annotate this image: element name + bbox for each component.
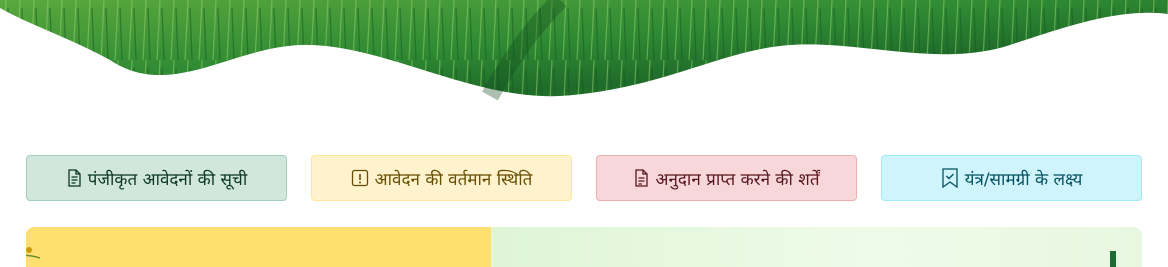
button-label: पंजीकृत आवेदनों की सूची <box>87 169 248 190</box>
button-label: यंत्र/सामग्री के लक्ष्य <box>964 169 1083 190</box>
bookmark-check-icon <box>941 168 958 188</box>
hero-banner <box>0 0 1168 101</box>
exclamation-square-icon <box>351 169 368 187</box>
application-status-button[interactable]: आवेदन की वर्तमान स्थिति <box>311 155 572 201</box>
file-text-icon <box>68 169 81 187</box>
flower-icon <box>26 247 40 259</box>
equipment-targets-button[interactable]: यंत्र/सामग्री के लक्ष्य <box>881 155 1142 201</box>
content-panel-left <box>26 227 491 267</box>
registered-applications-list-button[interactable]: पंजीकृत आवेदनों की सूची <box>26 155 287 201</box>
file-earmark-text-icon <box>635 169 649 187</box>
button-label: आवेदन की वर्तमान स्थिति <box>374 169 533 190</box>
content-panel-right <box>491 227 1142 267</box>
panel-marker <box>1110 251 1116 267</box>
button-label: अनुदान प्राप्त करने की शर्तें <box>655 169 820 190</box>
content-panel <box>26 227 1142 267</box>
subsidy-conditions-button[interactable]: अनुदान प्राप्त करने की शर्तें <box>596 155 857 201</box>
